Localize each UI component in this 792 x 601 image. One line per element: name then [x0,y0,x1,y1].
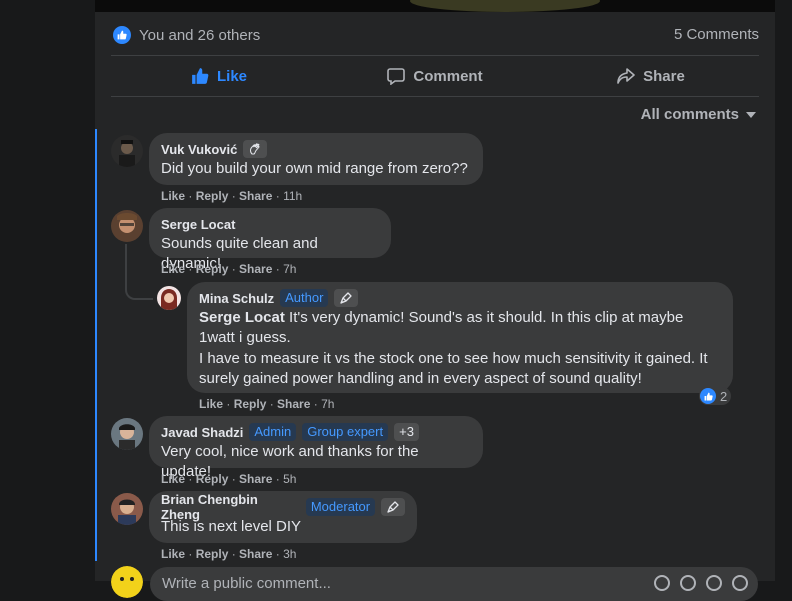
reaction-count: 2 [720,388,728,404]
comment-button[interactable]: Comment [327,58,543,94]
group-expert-badge[interactable]: Group expert [302,423,389,441]
comment-text: Did you build your own mid range from ze… [161,160,468,177]
commenter-name[interactable]: Mina Schulz [199,291,274,306]
share-button[interactable]: Share [543,58,759,94]
admin-badge[interactable]: Admin [249,423,297,441]
avatar[interactable] [157,286,181,310]
comment-reply-link[interactable]: Reply [196,189,229,203]
post-card: You and 26 others 5 Comments Like Commen… [95,0,775,601]
commenter-name[interactable]: Vuk Vuković [161,142,237,157]
reactions-text: You and 26 others [139,26,261,44]
commenter-name[interactable]: Serge Locat [161,217,235,232]
comment-like-link[interactable]: Like [161,189,185,203]
author-badge[interactable]: Author [280,289,329,307]
post-media-edge[interactable] [95,0,775,12]
comments-count-link[interactable]: 5 Comments [674,26,759,43]
comment-reply-link[interactable]: Reply [234,397,267,411]
reaction-count-pill[interactable]: 2 [699,387,732,405]
reply-thread-line [125,244,153,300]
comment-text: Serge Locat It's very dynamic! Sound's a… [199,308,721,348]
comment-like-link[interactable]: Like [199,397,223,411]
comment-label: Comment [413,67,483,85]
comment-like-link[interactable]: Like [161,547,185,561]
avatar[interactable] [111,493,143,525]
comment-reply-link[interactable]: Reply [196,262,229,276]
comment-icon [387,68,406,85]
current-user-avatar[interactable] [111,566,143,598]
commenter-name[interactable]: Javad Shadzi [161,425,243,440]
quill-pen-icon[interactable] [381,498,405,516]
avatar[interactable] [111,418,143,450]
emoji-icon[interactable] [654,575,670,591]
comment-input-placeholder: Write a public comment... [162,575,331,592]
mention-link[interactable]: Serge Locat [199,309,285,326]
comment-share-link[interactable]: Share [239,472,272,486]
sort-label: All comments [640,106,739,123]
thumbs-up-icon [192,68,209,84]
divider [111,55,759,56]
more-badges-button[interactable]: +3 [394,423,419,441]
caret-down-icon [746,111,756,118]
composer-tools [654,575,748,591]
sticker-icon[interactable] [732,575,748,591]
camera-icon[interactable] [680,575,696,591]
comment-share-link[interactable]: Share [277,397,310,411]
comment-text: This is next level DIY [161,518,302,535]
comment-timestamp[interactable]: 5h [283,472,296,486]
post-actions-bar: Like Comment Share [111,58,759,94]
like-reaction-icon [700,388,716,404]
comment-text-continued: I have to measure it vs the stock one to… [199,350,708,387]
divider [111,96,759,97]
comment-like-link[interactable]: Like [161,472,185,486]
comment-timestamp[interactable]: 7h [321,397,334,411]
comment-bubble: Vuk Vuković Did you build your own mid r… [149,133,483,185]
comment-bubble: Brian Chengbin Zheng Moderator This is n… [149,491,417,543]
gif-icon[interactable] [706,575,722,591]
share-arrow-icon [617,68,635,84]
comment-share-link[interactable]: Share [239,262,272,276]
avatar[interactable] [111,210,143,242]
moderator-badge[interactable]: Moderator [305,498,376,516]
comment-actions: Like · Reply · Share · 5h [161,472,297,486]
comment-share-link[interactable]: Share [239,547,272,561]
comment-timestamp[interactable]: 3h [283,547,296,561]
comment-reply-link[interactable]: Reply [196,547,229,561]
reply-bubble: Mina Schulz Author Serge Locat It's very… [187,282,733,393]
reactions-summary[interactable]: You and 26 others [113,24,260,46]
comment-actions: Like · Reply · Share · 3h [161,547,297,561]
comment-timestamp[interactable]: 11h [283,189,302,203]
quill-pen-icon[interactable] [334,289,359,307]
avatar[interactable] [111,135,143,167]
comment-sort-dropdown[interactable]: All comments [641,106,757,123]
comment-actions: Like · Reply · Share · 7h [199,397,335,411]
comment-bubble: Serge Locat Sounds quite clean and dynam… [149,208,391,272]
comment-share-link[interactable]: Share [239,189,272,203]
like-button[interactable]: Like [111,58,327,94]
new-comments-indicator [95,129,97,561]
waving-hand-icon[interactable] [243,140,268,158]
comment-bubble: Javad Shadzi Admin Group expert +3 Very … [149,416,483,480]
share-label: Share [643,67,685,85]
comment-timestamp[interactable]: 7h [283,262,296,276]
comment-actions: Like · Reply · Share · 7h [161,262,297,276]
comment-actions: Like · Reply · Share · 11h [161,189,303,203]
like-reaction-icon [113,26,131,44]
comment-input[interactable]: Write a public comment... [150,567,758,601]
like-label: Like [216,67,247,85]
comment-reply-link[interactable]: Reply [196,472,229,486]
comment-like-link[interactable]: Like [161,262,185,276]
